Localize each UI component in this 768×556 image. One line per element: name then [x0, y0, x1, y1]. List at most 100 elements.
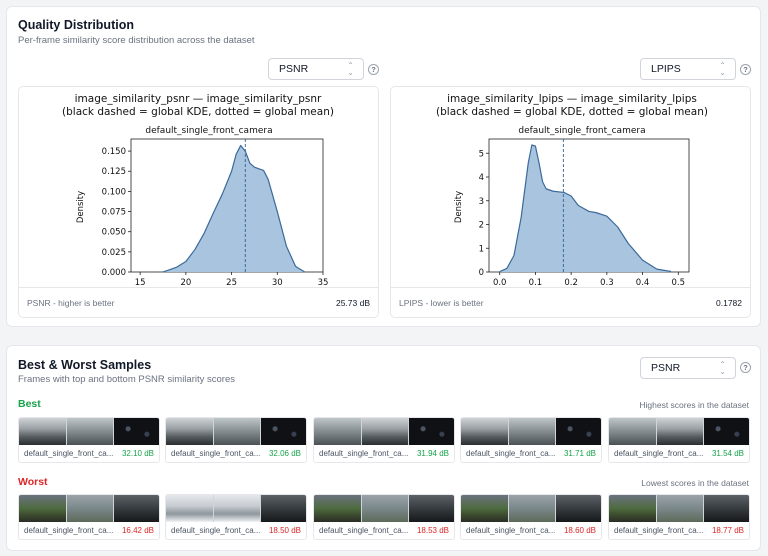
sample-thumbnail	[166, 418, 306, 445]
help-icon[interactable]: ?	[740, 362, 751, 373]
sample-caption: default_single_front_ca...	[466, 526, 556, 535]
sample-caption: default_single_front_ca...	[171, 449, 261, 458]
best-sample-card[interactable]: default_single_front_ca... 31.54 dB	[608, 417, 750, 463]
x-tick-label: 30	[272, 278, 283, 287]
worst-sample-card[interactable]: default_single_front_ca... 16.42 dB	[18, 494, 160, 540]
worst-group-note: Lowest scores in the dataset	[641, 478, 749, 488]
best-sample-card[interactable]: default_single_front_ca... 31.94 dB	[313, 417, 455, 463]
x-tick-label: 20	[180, 278, 191, 287]
psnr-chart-subtitle: default_single_front_camera	[145, 126, 272, 136]
x-tick-label: 35	[318, 278, 329, 287]
psnr-chart-note: (black dashed = global KDE, dotted = glo…	[62, 106, 334, 118]
lpips-chart-note: (black dashed = global KDE, dotted = glo…	[436, 106, 708, 118]
left-metric-select[interactable]: PSNR ⌃ ⌄	[268, 58, 364, 80]
select-caret-icon: ⌃ ⌄	[347, 61, 354, 77]
psnr-y-axis-label: Density	[76, 191, 86, 223]
select-caret-icon: ⌃ ⌄	[719, 360, 726, 376]
psnr-footer-value: 25.73 dB	[335, 297, 370, 308]
sample-score: 31.94 dB	[416, 449, 449, 458]
sample-score: 16.42 dB	[121, 526, 154, 535]
psnr-plot-area: 15 20 25 30 35 0.000 0.025 0.050 0.075 0.100 0.125…	[102, 138, 329, 287]
x-tick-label: 25	[226, 278, 237, 287]
lpips-chart-title: image_similarity_lpips — image_similarit…	[447, 93, 697, 105]
x-tick-label: 0.2	[564, 278, 578, 287]
sample-caption: default_single_front_ca...	[614, 526, 704, 535]
y-tick-label: 0.050	[102, 228, 126, 238]
psnr-footer-label: PSNR - higher is better	[27, 297, 115, 308]
x-tick-label: 0.3	[600, 278, 614, 287]
psnr-chart-title: image_similarity_psnr — image_similarity…	[75, 93, 322, 105]
worst-sample-card[interactable]: default_single_front_ca... 18.53 dB	[313, 494, 455, 540]
sample-caption: default_single_front_ca...	[24, 526, 114, 535]
sample-caption: default_single_front_ca...	[466, 449, 556, 458]
sample-thumbnail	[314, 495, 454, 522]
sample-caption: default_single_front_ca...	[614, 449, 704, 458]
y-tick-label: 0.100	[102, 187, 126, 197]
best-sample-card[interactable]: default_single_front_ca... 32.06 dB	[165, 417, 307, 463]
x-tick-label: 0.4	[636, 278, 650, 287]
lpips-chart-panel: image_similarity_lpips — image_similarit…	[390, 86, 751, 318]
x-tick-label: 15	[135, 278, 146, 287]
sample-score: 31.71 dB	[563, 449, 596, 458]
lpips-footer-value: 0.1782	[716, 297, 742, 308]
left-metric-select-value: PSNR	[279, 63, 309, 75]
lpips-y-axis-label: Density	[454, 191, 464, 223]
y-tick-label: 2	[479, 221, 484, 231]
sample-thumbnail	[609, 418, 749, 445]
select-caret-icon: ⌃ ⌄	[719, 61, 726, 77]
best-sample-card[interactable]: default_single_front_ca... 31.71 dB	[460, 417, 602, 463]
quality-distribution-card: Quality Distribution Per-frame similarit…	[6, 6, 761, 327]
x-tick-label: 0.5	[672, 278, 686, 287]
sample-thumbnail	[461, 495, 601, 522]
samples-title: Best & Worst Samples	[18, 358, 152, 372]
lpips-panel-footer: LPIPS - lower is better 0.1782	[391, 287, 750, 317]
lpips-chart-subtitle: default_single_front_camera	[518, 126, 645, 136]
sample-thumbnail	[19, 418, 159, 445]
y-tick-label: 1	[479, 244, 484, 254]
lpips-footer-label: LPIPS - lower is better	[399, 297, 484, 308]
sample-score: 18.60 dB	[563, 526, 596, 535]
y-tick-label: 4	[479, 173, 484, 183]
right-metric-select[interactable]: LPIPS ⌃ ⌄	[640, 58, 736, 80]
worst-sample-card[interactable]: default_single_front_ca... 18.50 dB	[165, 494, 307, 540]
worst-samples-row: default_single_front_ca... 16.42 dB defa…	[18, 494, 751, 540]
sample-thumbnail	[461, 418, 601, 445]
worst-sample-card[interactable]: default_single_front_ca... 18.60 dB	[460, 494, 602, 540]
sample-caption: default_single_front_ca...	[319, 449, 409, 458]
psnr-chart-panel: image_similarity_psnr — image_similarity…	[18, 86, 379, 318]
help-icon[interactable]: ?	[740, 64, 751, 75]
sample-caption: default_single_front_ca...	[171, 526, 261, 535]
y-tick-label: 5	[479, 149, 484, 159]
sample-score: 18.53 dB	[416, 526, 449, 535]
sample-score: 31.54 dB	[711, 449, 744, 458]
best-group-label: Best	[18, 398, 41, 410]
y-tick-label: 0.150	[102, 147, 126, 157]
best-sample-card[interactable]: default_single_front_ca... 32.10 dB	[18, 417, 160, 463]
psnr-panel-footer: PSNR - higher is better 25.73 dB	[19, 287, 378, 317]
lpips-chart: image_similarity_lpips — image_similarit…	[436, 93, 708, 287]
worst-sample-card[interactable]: default_single_front_ca... 18.77 dB	[608, 494, 750, 540]
sample-thumbnail	[609, 495, 749, 522]
samples-metric-select-value: PSNR	[651, 362, 681, 374]
y-tick-label: 0.075	[102, 208, 126, 218]
sample-score: 18.77 dB	[711, 526, 744, 535]
quality-title: Quality Distribution	[18, 18, 134, 32]
y-tick-label: 0.000	[102, 268, 126, 278]
x-tick-label: 0.0	[493, 278, 507, 287]
samples-metric-select[interactable]: PSNR ⌃ ⌄	[640, 357, 736, 379]
quality-subtitle: Per-frame similarity score distribution …	[18, 35, 255, 46]
sample-thumbnail	[166, 495, 306, 522]
sample-thumbnail	[19, 495, 159, 522]
density-area	[499, 144, 672, 272]
sample-score: 32.06 dB	[268, 449, 301, 458]
sample-caption: default_single_front_ca...	[319, 526, 409, 535]
best-samples-row: default_single_front_ca... 32.10 dB defa…	[18, 417, 751, 463]
sample-score: 18.50 dB	[268, 526, 301, 535]
y-tick-label: 0.025	[102, 248, 126, 258]
worst-group-label: Worst	[18, 476, 48, 488]
sample-caption: default_single_front_ca...	[24, 449, 114, 458]
help-icon[interactable]: ?	[368, 64, 379, 75]
best-group-note: Highest scores in the dataset	[639, 400, 749, 410]
y-tick-label: 0.125	[102, 167, 126, 177]
lpips-plot-area: 0.0 0.1 0.2 0.3 0.4 0.5 0 1 2 3 4 5	[479, 138, 690, 287]
